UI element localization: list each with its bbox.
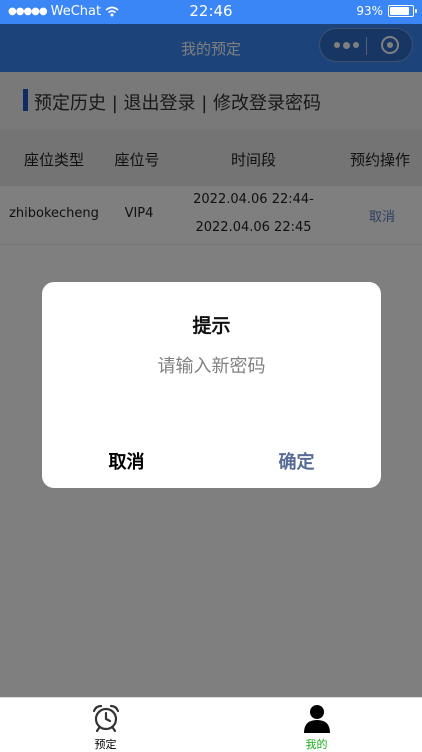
dialog-confirm-button[interactable]: 确定 bbox=[212, 448, 381, 474]
tab-mine[interactable]: 我的 bbox=[211, 698, 422, 751]
dialog-cancel-button[interactable]: 取消 bbox=[42, 448, 211, 474]
dialog-title: 提示 bbox=[192, 315, 231, 337]
new-password-input[interactable]: 请输入新密码 bbox=[42, 352, 381, 378]
password-dialog: 提示 请输入新密码 取消 确定 bbox=[42, 282, 381, 488]
status-bar: ●●●●● WeChat 22:46 93% bbox=[0, 0, 422, 24]
tab-reserve[interactable]: 预定 bbox=[0, 698, 211, 751]
alarm-clock-icon bbox=[92, 704, 120, 733]
user-icon bbox=[304, 705, 330, 733]
battery-percent: 93% bbox=[356, 4, 383, 18]
battery-icon bbox=[388, 5, 417, 17]
tab-bar: 预定 我的 bbox=[0, 697, 422, 751]
